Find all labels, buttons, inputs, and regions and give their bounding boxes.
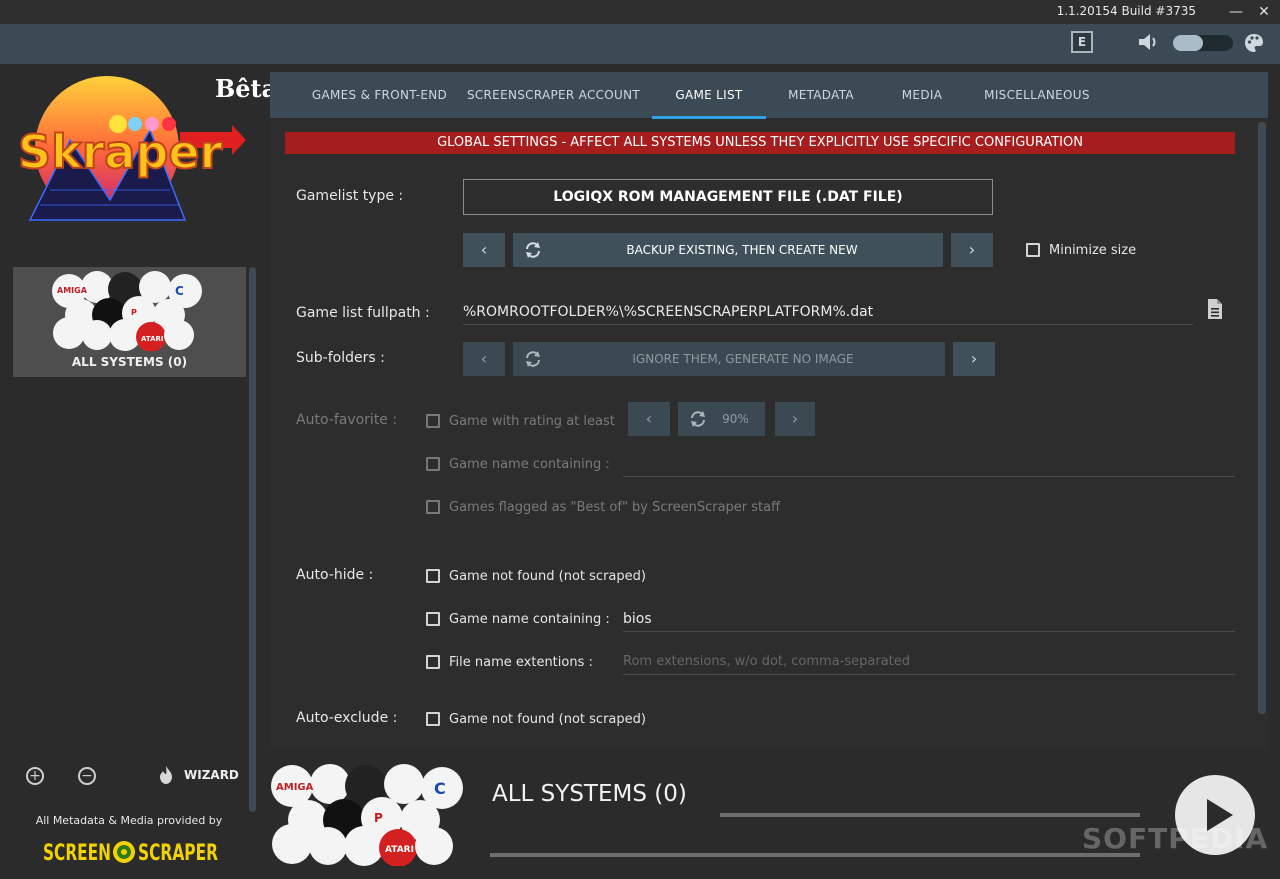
mode-next-button[interactable]: › bbox=[951, 233, 993, 267]
favorite-name-checkbox[interactable] bbox=[426, 457, 440, 471]
provided-by-text: All Metadata & Media provided by bbox=[35, 814, 223, 827]
palette-icon[interactable] bbox=[1243, 32, 1265, 54]
file-icon[interactable] bbox=[1206, 298, 1224, 320]
platform-logos-collage: AMIGA P ATARI C bbox=[52, 271, 202, 351]
minus-circle-icon[interactable]: − bbox=[78, 767, 96, 785]
cycle-icon bbox=[526, 242, 540, 258]
rating-label: Game with rating at least bbox=[449, 414, 615, 429]
sidebar: Skraper Bêta AMIGA P ATARI C ALL SYSTEMS… bbox=[0, 64, 277, 879]
exclude-not-found-label: Game not found (not scraped) bbox=[449, 712, 646, 727]
exclude-not-found-checkbox[interactable] bbox=[426, 712, 440, 726]
hide-name-checkbox[interactable] bbox=[426, 612, 440, 626]
beta-label: Bêta bbox=[215, 74, 278, 103]
rating-checkbox[interactable] bbox=[426, 414, 440, 428]
favorite-name-label: Game name containing : bbox=[449, 457, 610, 472]
version-label: 1.1.20154 Build #3735 bbox=[1056, 4, 1196, 18]
rating-select[interactable]: 90% bbox=[678, 402, 765, 436]
hide-ext-input[interactable]: Rom extensions, w/o dot, comma-separated bbox=[623, 654, 910, 669]
svg-text:ATARI: ATARI bbox=[385, 845, 414, 855]
settings-tab-bar: GAMES & FRONT-END SCREENSCRAPER ACCOUNT … bbox=[270, 72, 1268, 118]
auto-hide-label: Auto-hide : bbox=[296, 567, 374, 583]
hide-name-underline bbox=[623, 631, 1235, 632]
svg-text:P: P bbox=[374, 811, 383, 825]
gamelist-type-label: Gamelist type : bbox=[296, 188, 404, 204]
subfolders-prev-button[interactable]: ‹ bbox=[463, 342, 505, 376]
platform-logos-collage-large: AMIGA P ATARI C bbox=[271, 764, 463, 866]
best-of-checkbox[interactable] bbox=[426, 500, 440, 514]
minimize-size-label: Minimize size bbox=[1049, 243, 1137, 258]
system-card-all[interactable]: AMIGA P ATARI C ALL SYSTEMS (0) bbox=[13, 267, 246, 377]
rating-next-button[interactable]: › bbox=[775, 402, 815, 436]
svg-text:SCRAPER: SCRAPER bbox=[138, 841, 218, 866]
hide-ext-checkbox[interactable] bbox=[426, 655, 440, 669]
system-card-label: ALL SYSTEMS (0) bbox=[71, 355, 188, 369]
svg-text:P: P bbox=[131, 308, 137, 317]
auto-exclude-label: Auto-exclude : bbox=[296, 710, 398, 726]
softpedia-watermark: SOFTPEDIA bbox=[1082, 822, 1269, 855]
global-settings-banner: GLOBAL SETTINGS - AFFECT ALL SYSTEMS UNL… bbox=[285, 132, 1235, 154]
hide-name-input[interactable]: bios bbox=[623, 611, 652, 627]
progress-bar-top bbox=[720, 813, 1140, 817]
gamelist-type-select[interactable]: LOGIQX ROM MANAGEMENT FILE (.DAT FILE) bbox=[463, 179, 993, 215]
speaker-icon[interactable] bbox=[1136, 31, 1160, 53]
volume-slider-fill bbox=[1173, 35, 1203, 51]
rating-value: 90% bbox=[722, 412, 749, 426]
hide-not-found-label: Game not found (not scraped) bbox=[449, 569, 646, 584]
subfolders-label: Sub-folders : bbox=[296, 350, 385, 366]
svg-text:AMIGA: AMIGA bbox=[276, 782, 314, 793]
svg-text:C: C bbox=[434, 779, 446, 798]
content-scrollbar[interactable] bbox=[1258, 122, 1266, 714]
tab-media[interactable]: MEDIA bbox=[876, 72, 968, 118]
wizard-label: WIZARD bbox=[184, 768, 239, 782]
best-of-label: Games flagged as "Best of" by ScreenScra… bbox=[449, 500, 781, 515]
favorite-name-input[interactable] bbox=[623, 476, 1235, 477]
tab-game-list[interactable]: GAME LIST bbox=[652, 72, 766, 118]
tab-screenscraper-account[interactable]: SCREENSCRAPER ACCOUNT bbox=[460, 72, 647, 118]
subfolders-value: IGNORE THEM, GENERATE NO IMAGE bbox=[632, 352, 854, 366]
fullpath-input[interactable]: %ROMROOTFOLDER%\%SCREENSCRAPERPLATFORM%.… bbox=[463, 304, 873, 320]
tab-metadata[interactable]: METADATA bbox=[766, 72, 876, 118]
cycle-icon bbox=[526, 351, 540, 367]
tab-miscellaneous[interactable]: MISCELLANEOUS bbox=[968, 72, 1106, 118]
screenscraper-logo: SCREEN SCRAPER bbox=[43, 841, 218, 866]
mode-prev-button[interactable]: ‹ bbox=[463, 233, 505, 267]
auto-favorite-label: Auto-favorite : bbox=[296, 412, 398, 428]
hide-not-found-checkbox[interactable] bbox=[426, 569, 440, 583]
minimize-size-checkbox[interactable] bbox=[1026, 243, 1040, 257]
subfolders-next-button[interactable]: › bbox=[953, 342, 995, 376]
bottom-system-title: ALL SYSTEMS (0) bbox=[492, 781, 687, 807]
logo-text: Skraper bbox=[18, 125, 223, 179]
close-icon[interactable]: ✕ bbox=[1250, 2, 1278, 22]
e-badge-button[interactable]: E bbox=[1071, 31, 1093, 53]
minimize-icon[interactable]: — bbox=[1222, 2, 1250, 22]
svg-text:AMIGA: AMIGA bbox=[57, 286, 88, 295]
fullpath-label: Game list fullpath : bbox=[296, 305, 430, 321]
subfolders-select[interactable]: IGNORE THEM, GENERATE NO IMAGE bbox=[513, 342, 945, 376]
gamelist-mode-select[interactable]: BACKUP EXISTING, THEN CREATE NEW bbox=[513, 233, 943, 267]
progress-bar-bottom bbox=[490, 853, 1140, 857]
sidebar-scrollbar[interactable] bbox=[249, 267, 256, 812]
cycle-icon bbox=[691, 411, 705, 427]
flame-icon bbox=[160, 766, 172, 784]
svg-text:SCREEN: SCREEN bbox=[43, 841, 111, 866]
fullpath-underline bbox=[463, 324, 1193, 325]
gamelist-mode-value: BACKUP EXISTING, THEN CREATE NEW bbox=[626, 243, 858, 257]
hide-ext-label: File name extentions : bbox=[449, 655, 593, 670]
tab-games-front-end[interactable]: GAMES & FRONT-END bbox=[292, 72, 467, 118]
svg-text:C: C bbox=[175, 284, 184, 298]
rating-prev-button[interactable]: ‹ bbox=[628, 402, 670, 436]
plus-circle-icon[interactable]: + bbox=[26, 767, 44, 785]
hide-name-label: Game name containing : bbox=[449, 612, 610, 627]
wizard-button[interactable]: WIZARD bbox=[157, 765, 239, 788]
hide-ext-underline bbox=[623, 674, 1235, 675]
svg-text:ATARI: ATARI bbox=[141, 335, 164, 343]
